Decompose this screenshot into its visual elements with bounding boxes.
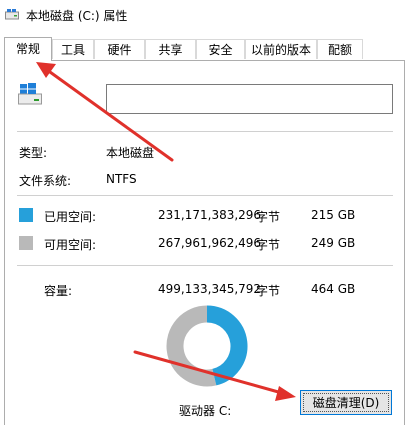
capacity-bytes: 499,133,345,792 bbox=[158, 282, 262, 296]
type-value: 本地磁盘 bbox=[106, 146, 155, 160]
window-title: 本地磁盘 (C:) 属性 bbox=[26, 9, 128, 23]
tab-hardware[interactable]: 硬件 bbox=[94, 39, 145, 59]
windows-drive-icon bbox=[18, 83, 42, 105]
volume-name-input[interactable] bbox=[106, 84, 393, 114]
used-space-swatch bbox=[19, 208, 33, 222]
drive-label: 驱动器 C: bbox=[179, 404, 232, 418]
separator bbox=[17, 195, 393, 196]
free-space-size: 249 GB bbox=[311, 236, 356, 250]
tab-strip: 常规 工具 硬件 共享 安全 以前的版本 配额 bbox=[0, 37, 409, 61]
filesystem-label: 文件系统: bbox=[19, 174, 72, 188]
separator bbox=[17, 131, 393, 132]
used-space-unit: 字节 bbox=[256, 210, 281, 224]
used-space-size: 215 GB bbox=[311, 208, 356, 222]
type-label: 类型: bbox=[19, 146, 48, 160]
disk-cleanup-label: 磁盘清理(D) bbox=[312, 396, 380, 410]
used-space-segment bbox=[206, 305, 248, 386]
tab-general[interactable]: 常规 bbox=[4, 37, 52, 61]
free-space-swatch bbox=[19, 236, 33, 250]
tab-quota[interactable]: 配额 bbox=[317, 39, 363, 59]
separator bbox=[17, 265, 393, 266]
used-space-bytes: 231,171,383,296 bbox=[158, 208, 262, 222]
free-space-label: 可用空间: bbox=[44, 238, 97, 252]
tab-security[interactable]: 安全 bbox=[196, 39, 245, 59]
tab-previous-versions[interactable]: 以前的版本 bbox=[245, 39, 317, 59]
free-space-bytes: 267,961,962,496 bbox=[158, 236, 262, 250]
tab-tools[interactable]: 工具 bbox=[52, 39, 94, 59]
disk-cleanup-button[interactable]: 磁盘清理(D) bbox=[300, 390, 392, 415]
capacity-size: 464 GB bbox=[311, 282, 356, 296]
usage-donut-chart bbox=[166, 305, 248, 387]
title-bar: 本地磁盘 (C:) 属性 bbox=[0, 0, 409, 30]
used-space-label: 已用空间: bbox=[44, 210, 97, 224]
capacity-label: 容量: bbox=[44, 284, 73, 298]
filesystem-value: NTFS bbox=[106, 172, 137, 186]
free-space-unit: 字节 bbox=[256, 238, 281, 252]
capacity-unit: 字节 bbox=[256, 284, 281, 298]
tab-sharing[interactable]: 共享 bbox=[145, 39, 196, 59]
drive-icon bbox=[5, 9, 19, 20]
free-space-segment bbox=[166, 305, 217, 387]
